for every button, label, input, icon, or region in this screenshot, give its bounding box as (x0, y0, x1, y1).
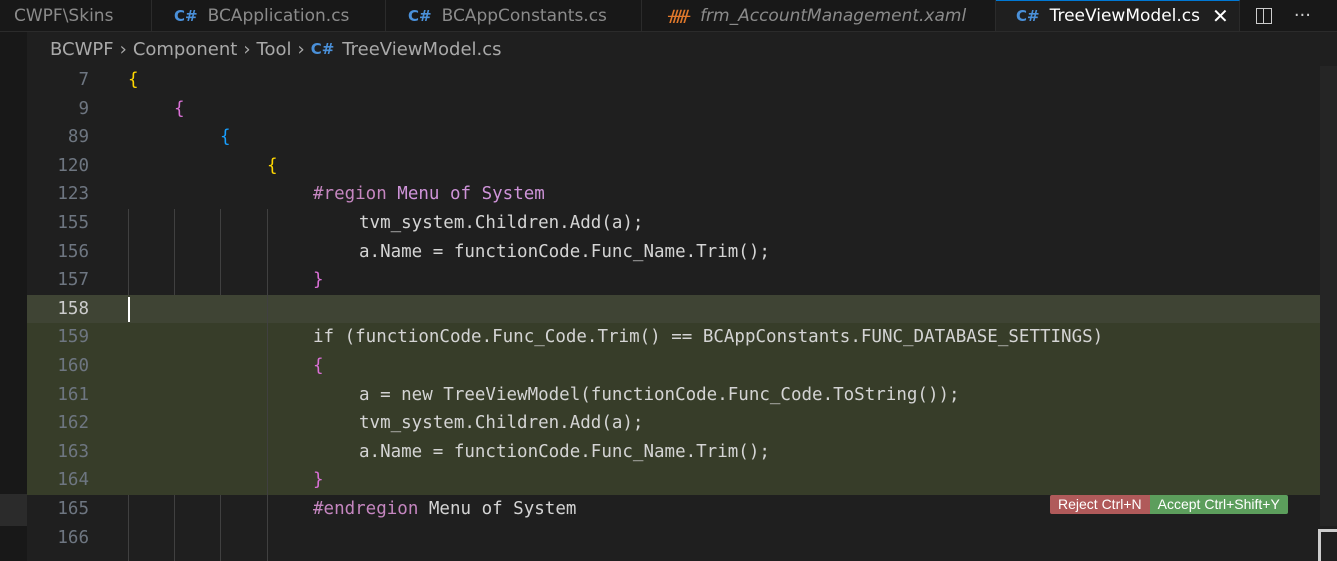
code-line: 7 { (27, 66, 1337, 95)
region-keyword: #region (313, 184, 387, 205)
tab-label: frm_AccountManagement.xaml (700, 5, 967, 26)
line-number: 155 (57, 213, 89, 233)
tab-label: BCApplication.cs (207, 5, 350, 26)
line-number: 160 (57, 356, 89, 376)
chevron-right-icon: › (297, 38, 305, 60)
csharp-icon: C# (408, 6, 432, 25)
indent-guide (174, 209, 175, 295)
breadcrumb-item[interactable]: Component (133, 39, 238, 60)
accept-button[interactable]: Accept Ctrl+Shift+Y (1149, 495, 1288, 514)
breadcrumb-item[interactable]: BCWPF (50, 39, 114, 60)
tab-actions: ··· (1237, 0, 1337, 31)
code-line: 123 #region Menu of System (27, 180, 1337, 209)
code-text: } (313, 270, 324, 291)
line-number: 161 (57, 384, 89, 405)
code-line: 89 { (27, 123, 1337, 152)
code-line: 9 { (27, 95, 1337, 124)
reject-button[interactable]: Reject Ctrl+N (1050, 495, 1150, 514)
code-line-added: 159 if (functionCode.Func_Code.Trim() ==… (27, 323, 1337, 352)
activity-strip (0, 0, 27, 561)
tab-label: BCAppConstants.cs (441, 5, 607, 26)
code-text: tvm_system.Children.Add(a); (359, 213, 644, 233)
tab-bcapplication[interactable]: C# BCApplication.cs (152, 0, 386, 31)
tab-label: CWPF\Skins (14, 5, 114, 26)
code-line: 166 (27, 524, 1337, 553)
indent-guide (128, 495, 129, 561)
line-number: 89 (67, 127, 89, 148)
line-number: 163 (57, 441, 89, 462)
csharp-icon: C# (310, 40, 335, 58)
line-number: 158 (57, 298, 89, 319)
indent-guide (220, 209, 221, 295)
minimap-slider[interactable] (1318, 529, 1337, 561)
rss-icon: ᚏ (668, 6, 691, 25)
tab-frm-accountmanagement[interactable]: ᚏ frm_AccountManagement.xaml (642, 0, 996, 31)
line-number: 157 (57, 270, 89, 291)
indent-guide (174, 495, 175, 561)
code-line-added: 160 { (27, 352, 1337, 381)
code-line: 156 a.Name = functionCode.Func_Name.Trim… (27, 238, 1337, 267)
region-label: Menu of System (418, 499, 577, 519)
activity-selection (0, 494, 27, 526)
editor-tab-bar: CWPF\Skins C# BCApplication.cs C# BCAppC… (0, 0, 1337, 32)
line-number: 166 (57, 527, 89, 548)
code-line-added: 164 } (27, 466, 1337, 495)
tab-treeviewmodel[interactable]: C# TreeViewModel.cs ✕ (996, 0, 1240, 31)
code-line: 120 { (27, 152, 1337, 181)
line-number: 9 (78, 98, 89, 119)
line-number: 159 (57, 327, 89, 348)
code-text: } (313, 470, 324, 491)
line-number: 120 (57, 155, 89, 176)
code-line-added: 162 tvm_system.Children.Add(a); (27, 409, 1337, 438)
diff-actions: Reject Ctrl+N Accept Ctrl+Shift+Y (1050, 495, 1288, 514)
code-text: a.Name = functionCode.Func_Name.Trim(); (359, 441, 770, 462)
code-line-added: 163 a.Name = functionCode.Func_Name.Trim… (27, 437, 1337, 467)
code-text: if (functionCode.Func_Code.Trim() == BCA… (313, 327, 1104, 348)
more-actions-icon[interactable]: ··· (1294, 5, 1311, 26)
breadcrumb: BCWPF › Component › Tool › C# TreeViewMo… (50, 38, 502, 60)
tab-label: TreeViewModel.cs (1049, 6, 1200, 26)
code-line-current: 158 (27, 294, 1337, 324)
code-editor[interactable]: 7 { 9 { 89 { 120 { 123 #region Menu of S… (27, 66, 1337, 561)
code-line-added: 161 a = new TreeViewModel(functionCode.F… (27, 380, 1337, 410)
close-icon[interactable]: ✕ (1212, 4, 1229, 28)
region-keyword: #endregion (313, 499, 419, 519)
line-number: 156 (57, 241, 89, 262)
tab-bcappconstants[interactable]: C# BCAppConstants.cs (386, 0, 642, 31)
indent-guide (220, 495, 221, 561)
indent-guide (128, 209, 129, 295)
tab-skins[interactable]: CWPF\Skins (0, 0, 152, 31)
line-number: 164 (57, 470, 89, 491)
code-text: { (174, 98, 185, 119)
indent-guide (267, 209, 268, 561)
text-cursor (128, 296, 130, 322)
line-number: 7 (78, 70, 89, 90)
code-line: 157 } (27, 266, 1337, 295)
line-number: 162 (57, 413, 89, 434)
csharp-icon: C# (174, 6, 198, 25)
region-label: Menu of System (386, 184, 545, 205)
chevron-right-icon: › (243, 38, 251, 60)
split-editor-icon[interactable] (1255, 7, 1272, 24)
code-text: { (220, 127, 231, 148)
vertical-scrollbar[interactable] (1320, 66, 1337, 526)
breadcrumb-item[interactable]: Tool (257, 39, 292, 60)
code-text: { (313, 356, 324, 376)
breadcrumb-item[interactable]: TreeViewModel.cs (342, 39, 501, 60)
code-line: 155 tvm_system.Children.Add(a); (27, 209, 1337, 238)
code-text: tvm_system.Children.Add(a); (359, 413, 644, 434)
code-text: { (267, 155, 278, 176)
csharp-icon: C# (1016, 7, 1040, 25)
code-text: a = new TreeViewModel(functionCode.Func_… (359, 384, 960, 405)
code-text: a.Name = functionCode.Func_Name.Trim(); (359, 241, 770, 262)
code-text: { (128, 70, 139, 90)
line-number: 123 (57, 184, 89, 205)
chevron-right-icon: › (119, 38, 127, 60)
line-number: 165 (57, 499, 89, 519)
